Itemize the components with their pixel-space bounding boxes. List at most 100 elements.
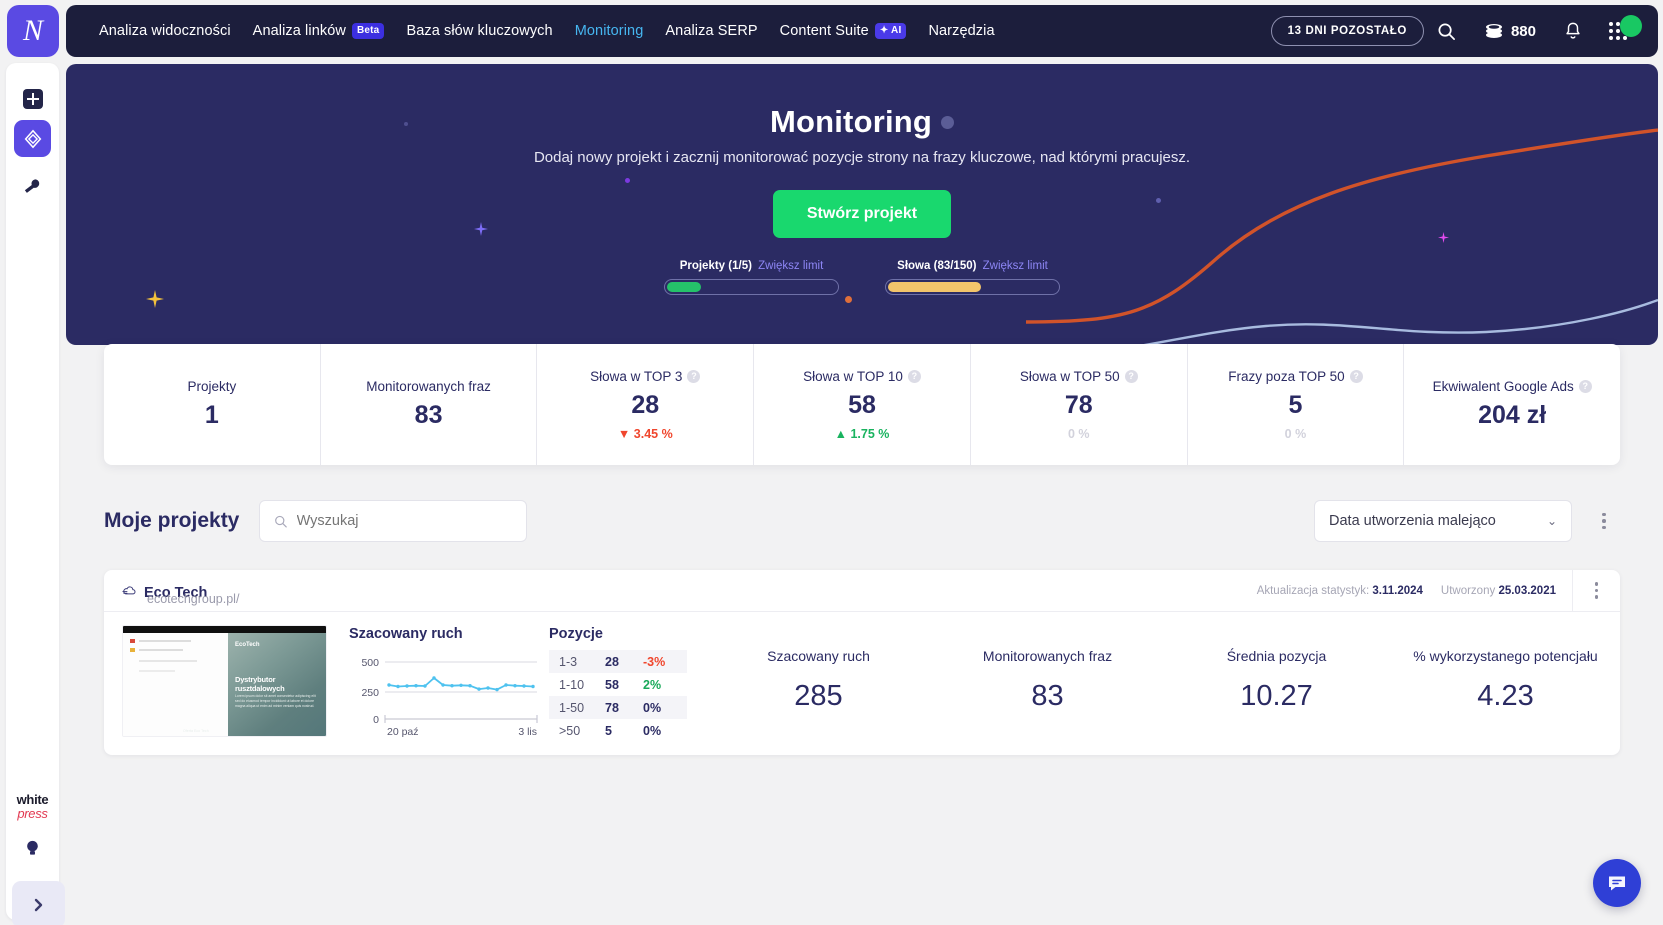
limit-count: (1/5) xyxy=(728,260,752,272)
info-icon[interactable] xyxy=(941,116,954,129)
avatar[interactable] xyxy=(1620,15,1642,37)
traffic-sparkline: 500 250 0 20 paź xyxy=(349,653,539,739)
created-value: 25.03.2021 xyxy=(1498,585,1556,597)
credits-indicator[interactable]: 880 xyxy=(1470,23,1550,40)
metric-wykorzystany-potencjal: % wykorzystanego potencjału 4.23 xyxy=(1391,648,1620,713)
thumb-topbar xyxy=(123,626,326,633)
project-options-button[interactable] xyxy=(1572,570,1620,612)
app-logo-letter: N xyxy=(23,16,43,46)
search-input-wrapper[interactable] xyxy=(259,500,527,542)
y-tick-0: 0 xyxy=(373,714,379,726)
rail-expand-button[interactable] xyxy=(12,881,65,925)
nav-item-monitoring[interactable]: Monitoring xyxy=(564,23,655,39)
position-change: 0% xyxy=(633,696,687,719)
help-icon[interactable]: ? xyxy=(1350,370,1363,383)
limit-label: Słowa (83/150) Zwiększ limit xyxy=(885,260,1060,272)
rail-item-monitoring[interactable] xyxy=(14,120,51,157)
thumb-text-line xyxy=(139,660,197,662)
stat-slowa-top-50: Słowa w TOP 50 ? 78 0 % xyxy=(971,344,1188,465)
position-change: 2% xyxy=(633,673,687,696)
limit-name: Słowa xyxy=(897,260,930,272)
section-title: Moje projekty xyxy=(104,509,239,533)
page-title-text: Monitoring xyxy=(770,104,932,140)
chat-support-icon xyxy=(1605,871,1629,895)
stat-value: 83 xyxy=(415,401,443,430)
whitepress-press: press xyxy=(6,807,59,821)
x-tick-label-start: 20 paź xyxy=(387,726,419,738)
help-tips-button[interactable] xyxy=(6,838,59,865)
position-count: 28 xyxy=(595,650,633,673)
stats-update: Aktualizacja statystyk: 3.11.2024 xyxy=(1257,585,1423,597)
table-row[interactable]: 1-3 28 -3% xyxy=(549,650,687,673)
limit-name: Projekty xyxy=(680,260,725,272)
kebab-menu-icon xyxy=(1602,513,1606,517)
project-meta: Aktualizacja statystyk: 3.11.2024 Utworz… xyxy=(1257,585,1572,597)
limit-words: Słowa (83/150) Zwiększ limit xyxy=(885,260,1060,295)
stat-label: Projekty xyxy=(187,379,236,394)
positions-table: 1-3 28 -3% 1-10 58 2% 1-50 78 0% xyxy=(549,650,687,742)
rail-item-tools[interactable] xyxy=(14,168,51,205)
diamond-monitor-icon xyxy=(22,128,44,150)
stat-delta: ▼ 3.45 % xyxy=(618,427,673,441)
nav-item-narzedzia[interactable]: Narzędzia xyxy=(917,23,1005,39)
help-icon[interactable]: ? xyxy=(687,370,700,383)
nav-item-analiza-serp[interactable]: Analiza SERP xyxy=(654,23,768,39)
metric-label: Średnia pozycja xyxy=(1162,648,1391,664)
stat-label-text: Słowa w TOP 10 xyxy=(803,369,903,384)
metric-value: 10.27 xyxy=(1162,680,1391,713)
nav-item-analiza-linkow[interactable]: Analiza linków Beta xyxy=(242,23,396,39)
table-row[interactable]: 1-50 78 0% xyxy=(549,696,687,719)
beta-badge: Beta xyxy=(352,23,384,39)
stat-label: Słowa w TOP 3 ? xyxy=(590,369,700,384)
search-icon xyxy=(1437,22,1456,41)
stat-value: 204 zł xyxy=(1478,401,1546,430)
limit-label: Projekty (1/5) Zwiększ limit xyxy=(664,260,839,272)
metric-value: 4.23 xyxy=(1391,680,1620,713)
projects-options-button[interactable] xyxy=(1592,506,1616,536)
help-icon[interactable]: ? xyxy=(908,370,921,383)
position-count: 78 xyxy=(595,696,633,719)
sort-select[interactable]: Data utworzenia malejąco ⌄ xyxy=(1314,500,1572,542)
thumb-marker xyxy=(130,639,135,643)
stat-label-text: Projekty xyxy=(187,379,236,394)
stat-delta-text: 1.75 % xyxy=(850,427,889,441)
create-project-button[interactable]: Stwórz projekt xyxy=(773,190,951,238)
project-card-header: Eco Tech ecotechgroup.pl/ Aktualizacja s… xyxy=(104,570,1620,612)
help-icon[interactable]: ? xyxy=(1579,380,1592,393)
thumb-paragraph: Lorem ipsum dolor sit amet consectetur a… xyxy=(235,694,320,709)
stat-label-text: Słowa w TOP 3 xyxy=(590,369,682,384)
project-url[interactable]: ecotechgroup.pl/ xyxy=(147,592,239,606)
app-root: N white press xyxy=(0,0,1663,925)
help-icon[interactable]: ? xyxy=(1125,370,1138,383)
apps-menu-button[interactable] xyxy=(1596,11,1640,51)
positions-block: Pozycje 1-3 28 -3% 1-10 58 2% 1-50 78 xyxy=(549,612,704,754)
stat-label: Słowa w TOP 10 ? xyxy=(803,369,921,384)
increase-limit-link[interactable]: Zwiększ limit xyxy=(983,260,1048,272)
whitepress-logo: white press xyxy=(6,793,59,820)
nav-search-button[interactable] xyxy=(1424,11,1470,51)
app-logo[interactable]: N xyxy=(7,5,59,57)
stat-label: Ekwiwalent Google Ads ? xyxy=(1433,379,1592,394)
dot-decoration xyxy=(845,296,852,303)
limit-projects: Projekty (1/5) Zwiększ limit xyxy=(664,260,839,295)
table-row[interactable]: >50 5 0% xyxy=(549,719,687,742)
thumb-text-line xyxy=(139,640,191,642)
nav-item-analiza-widocznosci[interactable]: Analiza widoczności xyxy=(88,23,242,39)
bell-icon xyxy=(1564,21,1582,41)
stat-label: Monitorowanych fraz xyxy=(366,379,491,394)
stat-slowa-top-3: Słowa w TOP 3 ? 28 ▼ 3.45 % xyxy=(537,344,754,465)
search-input[interactable] xyxy=(297,513,512,529)
rail-item-add-project[interactable] xyxy=(14,80,51,117)
chat-support-button[interactable] xyxy=(1593,859,1641,907)
notifications-button[interactable] xyxy=(1550,11,1596,51)
limit-progress-bar xyxy=(885,279,1060,295)
stat-label: Frazy poza TOP 50 ? xyxy=(1228,369,1362,384)
nav-item-baza-slow-kluczowych[interactable]: Baza słów kluczowych xyxy=(395,23,563,39)
project-thumbnail[interactable]: EcoTech Dystrybutor rusztdalowych Lorem … xyxy=(122,625,327,737)
increase-limit-link[interactable]: Zwiększ limit xyxy=(758,260,823,272)
project-metrics: Szacowany ruch 285 Monitorowanych fraz 8… xyxy=(704,612,1620,754)
nav-item-content-suite[interactable]: Content Suite ✦ AI xyxy=(769,23,918,39)
table-row[interactable]: 1-10 58 2% xyxy=(549,673,687,696)
trial-days-badge[interactable]: 13 DNI POZOSTAŁO xyxy=(1271,16,1424,46)
credits-value: 880 xyxy=(1511,23,1536,40)
